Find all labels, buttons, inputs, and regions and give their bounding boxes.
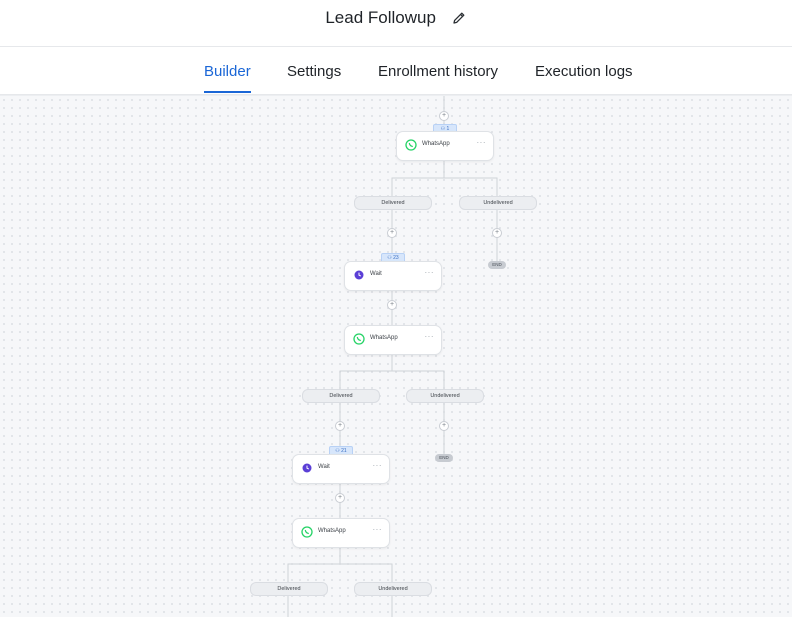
page-title: Lead Followup	[325, 8, 436, 27]
whatsapp-node[interactable]: WhatsApp ···	[396, 131, 494, 161]
whatsapp-node[interactable]: WhatsApp ···	[344, 325, 442, 355]
clock-icon	[301, 462, 313, 474]
wait-node[interactable]: Wait ···	[344, 261, 442, 291]
node-label: WhatsApp	[422, 141, 450, 147]
undelivered-branch[interactable]: Undelivered	[354, 582, 432, 596]
header-bar: Lead Followup	[0, 0, 792, 47]
add-step-button[interactable]: +	[387, 300, 397, 310]
clock-icon	[353, 269, 365, 281]
add-step-button[interactable]: +	[492, 228, 502, 238]
tab-settings[interactable]: Settings	[287, 63, 341, 80]
tab-execution-logs[interactable]: Execution logs	[535, 63, 633, 80]
end-marker: END	[488, 261, 506, 269]
add-step-button[interactable]: +	[439, 421, 449, 431]
whatsapp-icon	[405, 139, 417, 151]
more-options-icon[interactable]: ···	[373, 525, 383, 534]
pencil-icon[interactable]	[451, 10, 467, 31]
tab-builder[interactable]: Builder	[204, 63, 251, 80]
add-step-button[interactable]: +	[439, 111, 449, 121]
node-label: WhatsApp	[318, 528, 346, 534]
add-step-button[interactable]: +	[387, 228, 397, 238]
active-tab-indicator	[204, 91, 251, 93]
more-options-icon[interactable]: ···	[373, 461, 383, 470]
add-step-button[interactable]: +	[335, 421, 345, 431]
flow-connectors	[287, 96, 498, 617]
more-options-icon[interactable]: ···	[425, 332, 435, 341]
undelivered-branch[interactable]: Undelivered	[406, 389, 484, 403]
delivered-branch[interactable]: Delivered	[250, 582, 328, 596]
more-options-icon[interactable]: ···	[425, 268, 435, 277]
end-marker: END	[435, 454, 453, 462]
undelivered-branch[interactable]: Undelivered	[459, 196, 537, 210]
whatsapp-icon	[301, 526, 313, 538]
delivered-branch[interactable]: Delivered	[354, 196, 432, 210]
flow-canvas[interactable]: + ⚇ 1 WhatsApp ··· Delivered Undelivered…	[0, 95, 792, 617]
node-label: WhatsApp	[370, 335, 398, 341]
more-options-icon[interactable]: ···	[477, 138, 487, 147]
add-step-button[interactable]: +	[335, 493, 345, 503]
whatsapp-node[interactable]: WhatsApp ···	[292, 518, 390, 548]
tab-bar: Builder Settings Enrollment history Exec…	[0, 47, 792, 95]
title-wrap: Lead Followup	[0, 8, 792, 31]
tab-enrollment-history[interactable]: Enrollment history	[378, 63, 498, 80]
node-label: Wait	[370, 271, 382, 277]
node-label: Wait	[318, 464, 330, 470]
delivered-branch[interactable]: Delivered	[302, 389, 380, 403]
whatsapp-icon	[353, 333, 365, 345]
wait-node[interactable]: Wait ···	[292, 454, 390, 484]
